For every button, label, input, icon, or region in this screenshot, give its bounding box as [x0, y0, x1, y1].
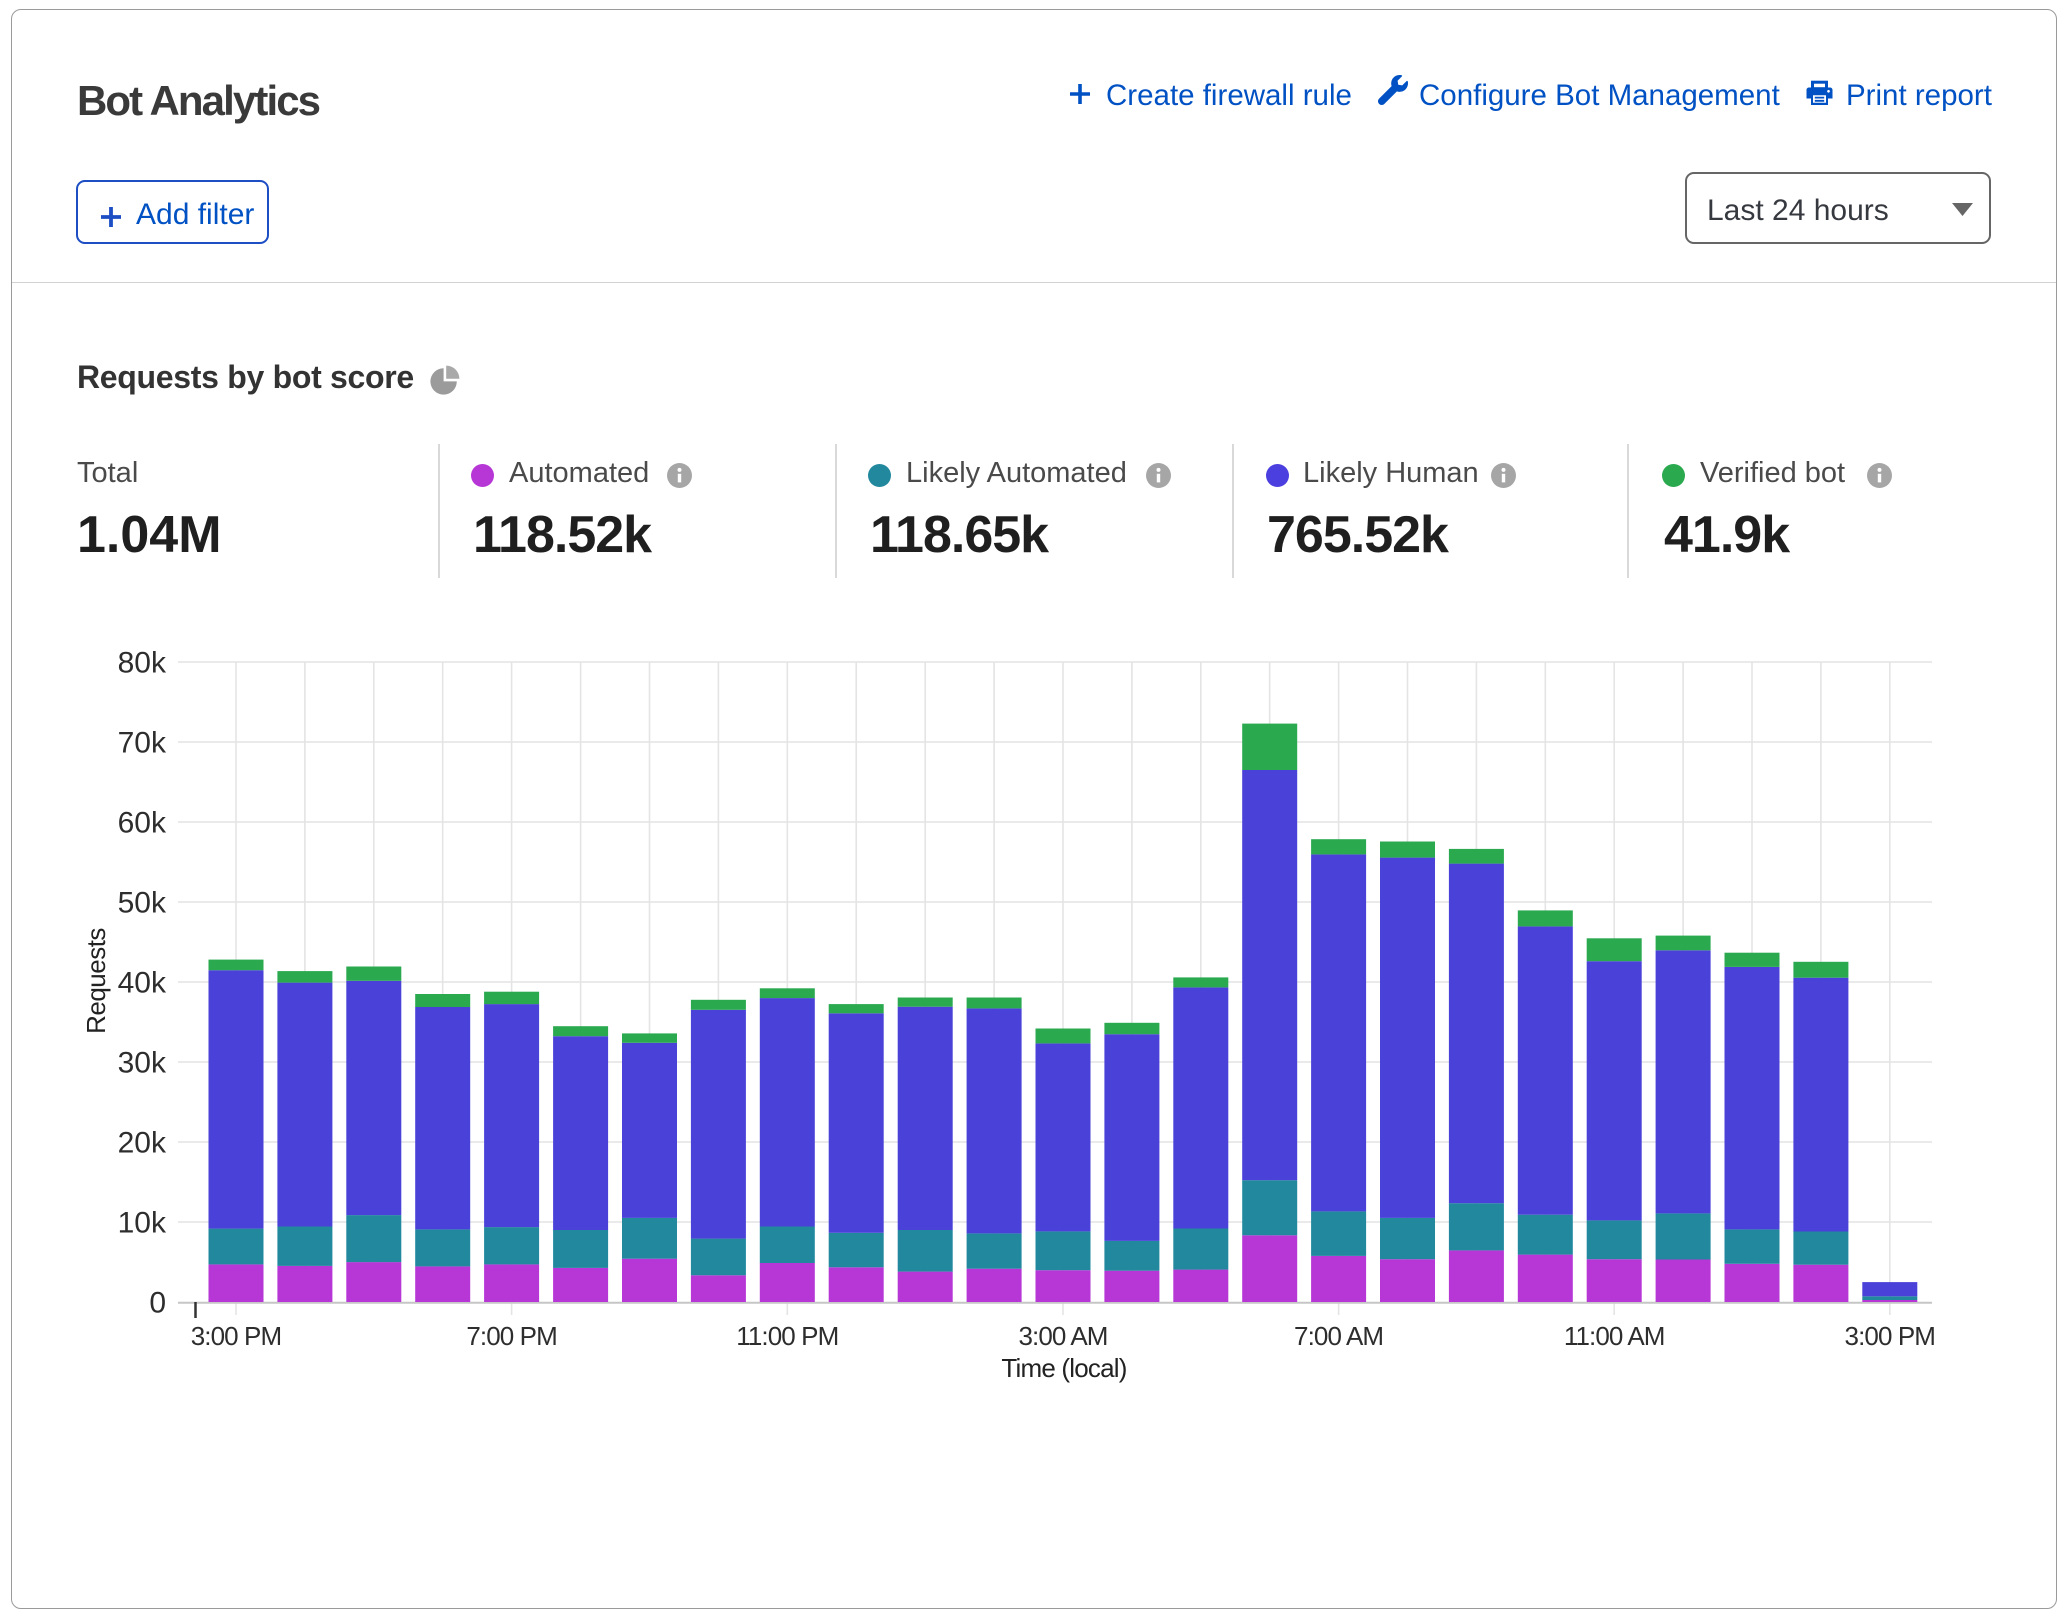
- svg-text:7:00 AM: 7:00 AM: [1294, 1321, 1383, 1351]
- svg-text:20k: 20k: [118, 1127, 167, 1160]
- svg-text:70k: 70k: [118, 727, 167, 760]
- svg-text:60k: 60k: [118, 807, 167, 840]
- svg-text:0: 0: [149, 1287, 166, 1320]
- svg-text:Requests: Requests: [81, 928, 111, 1034]
- svg-text:11:00 AM: 11:00 AM: [1564, 1321, 1665, 1351]
- svg-text:3:00 PM: 3:00 PM: [1845, 1321, 1936, 1351]
- svg-text:3:00 AM: 3:00 AM: [1018, 1321, 1107, 1351]
- svg-text:Time (local): Time (local): [1001, 1353, 1126, 1383]
- svg-text:3:00 PM: 3:00 PM: [191, 1321, 282, 1351]
- svg-text:7:00 PM: 7:00 PM: [466, 1321, 557, 1351]
- svg-text:10k: 10k: [118, 1207, 167, 1240]
- svg-text:50k: 50k: [118, 887, 167, 920]
- svg-text:80k: 80k: [118, 647, 167, 680]
- svg-text:40k: 40k: [118, 967, 167, 1000]
- svg-text:11:00 PM: 11:00 PM: [736, 1321, 838, 1351]
- svg-text:30k: 30k: [118, 1047, 167, 1080]
